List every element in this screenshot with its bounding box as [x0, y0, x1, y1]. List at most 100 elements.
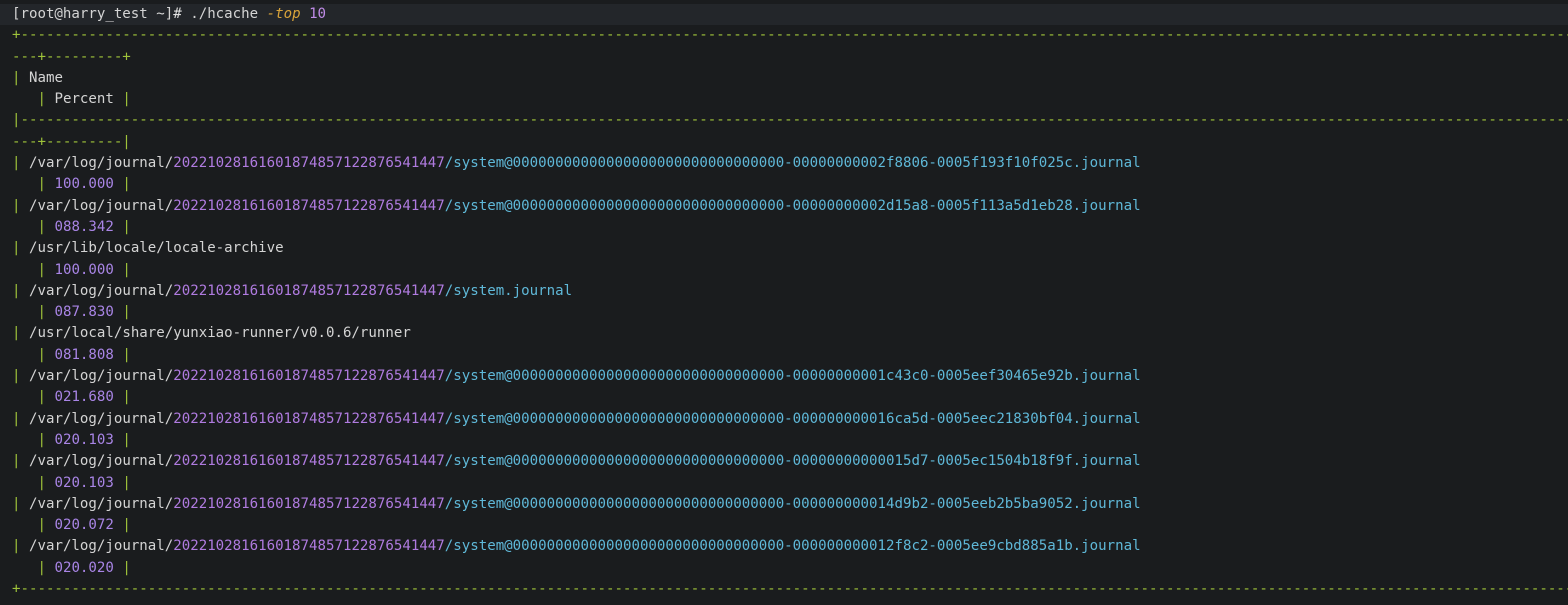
cell-separator: | — [37, 389, 46, 406]
table-border-top: +---------------------------------------… — [12, 27, 1568, 44]
cell-percent: 020.020 — [54, 559, 114, 576]
cell-name-hash: 20221028161601874857122876541447 — [173, 538, 445, 555]
table-row-wrap: | 088.342 | — [12, 217, 1568, 238]
cell-separator: | — [12, 368, 21, 385]
table-header-row-wrap: | Percent | — [12, 89, 1568, 110]
cell-separator: | — [122, 346, 131, 363]
cell-percent: 021.680 — [54, 389, 114, 406]
table-header-row: | Name | S — [12, 68, 1568, 89]
table-row-wrap: | 100.000 | — [12, 260, 1568, 281]
prompt-user-host: [root@harry_test ~] — [12, 6, 174, 22]
table-body: | /var/log/journal/202210281616018748571… — [12, 153, 1568, 579]
cell-percent: 020.103 — [54, 431, 114, 448]
table-row-wrap: | 020.020 | — [12, 558, 1568, 579]
cell-separator: | — [37, 261, 46, 278]
cell-separator: | — [122, 176, 131, 193]
cell-percent: 100.000 — [54, 176, 114, 193]
cell-name-file: /system@00000000000000000000000000000000… — [444, 368, 1141, 385]
cell-name-file: /system@00000000000000000000000000000000… — [444, 453, 1141, 470]
cell-name-dir: /var/log/journal/ — [29, 495, 174, 512]
cell-separator: | — [122, 261, 131, 278]
cell-name-file: /system@00000000000000000000000000000000… — [444, 495, 1141, 512]
cell-name-hash: 20221028161601874857122876541447 — [173, 410, 445, 427]
cell-name-dir: /var/log/journal/ — [29, 197, 174, 214]
cell-name-file: /system@00000000000000000000000000000000… — [444, 155, 1141, 172]
cell-name-dir: /var/log/journal/ — [29, 538, 174, 555]
table-row[interactable]: | /var/log/journal/202210281616018748571… — [12, 366, 1568, 387]
header-percent: Percent — [54, 91, 114, 108]
table-row-wrap: | 020.072 | — [12, 515, 1568, 536]
cell-name-dir: /usr/local/share/yunxiao-runner/v0.0.6/r… — [29, 325, 411, 342]
cell-separator: | — [37, 176, 46, 193]
cell-separator: | — [37, 304, 46, 321]
cell-separator: | — [12, 282, 21, 299]
cell-name-hash: 20221028161601874857122876541447 — [173, 495, 445, 512]
command-name: ./hcache — [190, 6, 259, 22]
terminal-window[interactable]: [root@harry_test ~]# ./hcache -top 10 +-… — [0, 0, 1568, 605]
cell-separator: | — [122, 474, 131, 491]
cell-name-file: /system.journal — [444, 282, 573, 299]
cell-percent: 020.072 — [54, 517, 114, 534]
cell-separator: | — [12, 495, 21, 512]
prompt-symbol: # — [173, 6, 182, 22]
cell-name-hash: 20221028161601874857122876541447 — [173, 453, 445, 470]
table-border-bottom: +---------------------------------------… — [12, 581, 1568, 598]
table-row-wrap: | 020.103 | — [12, 430, 1568, 451]
table-row[interactable]: | /var/log/journal/202210281616018748571… — [12, 281, 1568, 302]
cell-name-dir: /var/log/journal/ — [29, 410, 174, 427]
table-row[interactable]: | /var/log/journal/202210281616018748571… — [12, 536, 1568, 557]
cell-name-dir: /usr/lib/locale/locale-archive — [29, 240, 284, 257]
cell-separator: | — [12, 453, 21, 470]
cell-separator: | — [12, 410, 21, 427]
cell-separator: | — [12, 538, 21, 555]
cell-separator: | — [37, 517, 46, 534]
table-row[interactable]: | /usr/local/share/yunxiao-runner/v0.0.6… — [12, 323, 1568, 344]
table-row-wrap: | 087.830 | — [12, 302, 1568, 323]
header-name: Name — [29, 69, 63, 86]
cell-separator: | — [37, 218, 46, 235]
cell-name-dir: /var/log/journal/ — [29, 453, 174, 470]
cell-name-dir: /var/log/journal/ — [29, 368, 174, 385]
cell-separator: | — [37, 346, 46, 363]
cell-separator: | — [37, 474, 46, 491]
table-row[interactable]: | /var/log/journal/202210281616018748571… — [12, 153, 1568, 174]
command-prompt-line: [root@harry_test ~]# ./hcache -top 10 — [0, 4, 1568, 26]
cell-separator: | — [122, 517, 131, 534]
table-row-wrap: | 081.808 | — [12, 345, 1568, 366]
table-border-top-wrap: ---+---------+ — [12, 48, 131, 65]
cell-separator: | — [12, 155, 21, 172]
table-row[interactable]: | /var/log/journal/202210281616018748571… — [12, 409, 1568, 430]
table-row[interactable]: | /var/log/journal/202210281616018748571… — [12, 196, 1568, 217]
cell-separator: | — [122, 431, 131, 448]
cell-percent: 081.808 — [54, 346, 114, 363]
cell-separator: | — [12, 197, 21, 214]
cell-name-hash: 20221028161601874857122876541447 — [173, 282, 445, 299]
cell-name-dir: /var/log/journal/ — [29, 282, 174, 299]
cell-name-file: /system@00000000000000000000000000000000… — [444, 410, 1141, 427]
cell-name-file: /system@00000000000000000000000000000000… — [444, 197, 1141, 214]
cell-name-hash: 20221028161601874857122876541447 — [173, 368, 445, 385]
cell-separator: | — [122, 389, 131, 406]
table-row[interactable]: | /var/log/journal/202210281616018748571… — [12, 451, 1568, 472]
cell-name-hash: 20221028161601874857122876541447 — [173, 155, 445, 172]
table-row[interactable]: | /usr/lib/locale/locale-archive | 1 — [12, 238, 1568, 259]
cell-separator: | — [122, 91, 131, 108]
cell-percent: 087.830 — [54, 304, 114, 321]
cell-separator: | — [12, 325, 21, 342]
cell-percent: 088.342 — [54, 218, 114, 235]
cell-name-dir: /var/log/journal/ — [29, 155, 174, 172]
table-row-wrap: | 020.103 | — [12, 473, 1568, 494]
cell-separator: | — [37, 559, 46, 576]
cell-separator: | — [122, 304, 131, 321]
table-border-mid-wrap: ---+---------| — [12, 133, 131, 150]
cell-separator: | — [12, 69, 21, 86]
table-border-mid: |---------------------------------------… — [12, 112, 1568, 129]
table-row[interactable]: | /var/log/journal/202210281616018748571… — [12, 494, 1568, 515]
cell-percent: 020.103 — [54, 474, 114, 491]
table-row-wrap: | 021.680 | — [12, 387, 1568, 408]
command-flag: -top — [266, 6, 301, 22]
cell-separator: | — [122, 559, 131, 576]
cell-separator: | — [12, 240, 21, 257]
table-row-wrap: | 100.000 | — [12, 174, 1568, 195]
cell-separator: | — [122, 218, 131, 235]
